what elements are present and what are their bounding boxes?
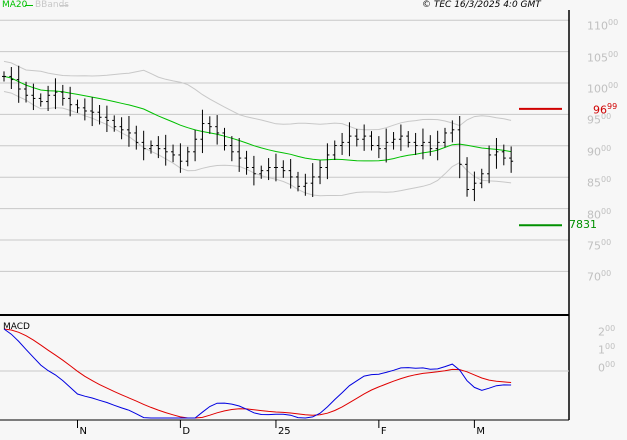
- bband-upper-line: [3, 60, 512, 131]
- ma20-line: [3, 75, 512, 162]
- x-tick-label: N: [79, 426, 87, 437]
- copyright-text: © TEC 16/3/2025 4:0 GMT: [422, 0, 541, 10]
- price-tick-label: 8500: [587, 175, 612, 190]
- ma20-legend-swatch: [25, 5, 33, 6]
- bband-lower-line: [3, 91, 512, 197]
- x-tick-label: F: [380, 426, 387, 437]
- price-tick-label: 10500: [587, 49, 619, 65]
- x-tick-label: D: [182, 426, 191, 437]
- bbands-legend-swatch: [60, 5, 68, 6]
- price-tick-label: 7000: [587, 269, 612, 285]
- x-tick-label: M: [476, 426, 486, 437]
- macd-tick-label: 200: [598, 324, 616, 339]
- resistance-label: 9699: [593, 101, 618, 117]
- macd-signal-line: [3, 328, 512, 419]
- ma20-legend: MA20: [2, 0, 28, 10]
- macd-tick-label: 000: [598, 360, 616, 375]
- price-tick-label: 10000: [587, 81, 619, 96]
- x-tick-label: 25: [277, 426, 291, 437]
- macd-label: MACD: [3, 322, 30, 332]
- macd-tick-label: 100: [598, 342, 616, 357]
- support-label: 7831: [569, 218, 597, 232]
- price-tick-label: 7500: [587, 238, 612, 253]
- price-tick-label: 9000: [587, 143, 612, 159]
- price-chart: [0, 10, 570, 428]
- price-tick-label: 11000: [587, 18, 619, 33]
